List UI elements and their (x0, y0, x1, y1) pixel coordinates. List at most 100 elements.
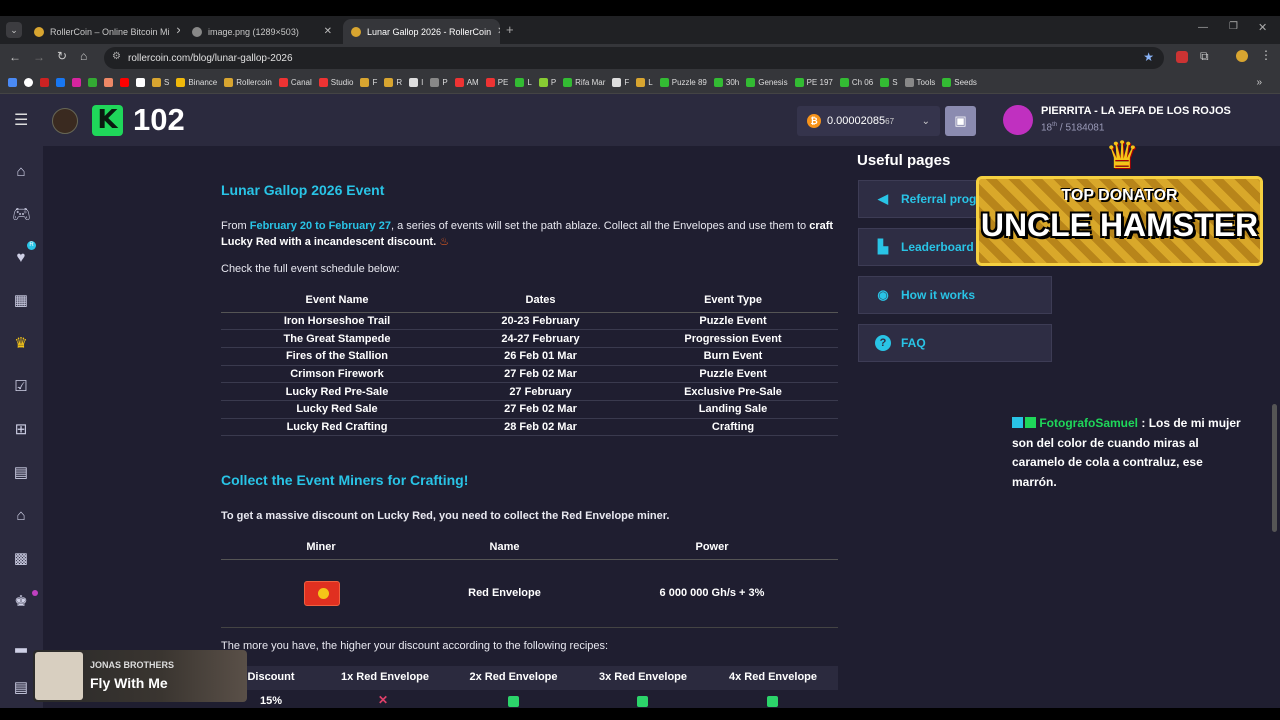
bookmark-item[interactable]: Ch 06 (839, 78, 873, 87)
drive-icon[interactable] (88, 78, 97, 87)
leaderboard-icon[interactable]: ▂ (12, 637, 30, 653)
extension-icon[interactable] (1176, 51, 1188, 63)
bookmark-item[interactable]: F (360, 78, 377, 87)
bookmark-icon-only[interactable] (24, 78, 33, 87)
reload-icon[interactable]: ↻ (57, 49, 67, 63)
bookmark-item[interactable]: S (152, 78, 169, 87)
referral-icon[interactable]: ♥ (12, 250, 30, 266)
bookmark-favicon-icon (224, 78, 234, 87)
wallet-icon: ▣ (954, 113, 967, 128)
more-bookmarks-icon[interactable]: » (1256, 77, 1280, 88)
bookmark-item[interactable]: Binance (176, 78, 217, 87)
facebook-icon[interactable] (56, 78, 65, 87)
trophy-icon[interactable]: ♚ (12, 594, 30, 610)
bookmark-item[interactable]: Seeds (942, 78, 977, 87)
youtube-icon[interactable] (120, 78, 129, 87)
extensions-puzzle-icon[interactable]: ⧉ (1200, 49, 1209, 64)
schedule-row: Fires of the Stallion 26 Feb 01 Mar Burn E… (221, 347, 838, 366)
level-counter: 102 (133, 102, 185, 137)
tab-lunar-gallop[interactable]: Lunar Gallop 2026 - RollerCoin ✕ (343, 19, 500, 44)
bookmark-label: Tools (916, 78, 936, 87)
tab-search-icon[interactable]: ⌄ (6, 22, 22, 38)
minimize-icon[interactable]: — (1198, 22, 1208, 33)
profile-avatar-icon[interactable] (1236, 50, 1248, 62)
bookmark-item[interactable]: L (515, 78, 532, 87)
bookmark-item[interactable]: F (612, 78, 629, 87)
hamburger-menu-icon[interactable]: ☰ (14, 110, 28, 130)
bookmark-item[interactable]: PE (485, 78, 509, 87)
wallet-button[interactable]: ▣ (945, 106, 976, 136)
bookmark-item[interactable]: Rifa Mar (563, 78, 605, 87)
bookmark-item[interactable]: Studio (318, 78, 353, 87)
faq-link[interactable]: ? FAQ (858, 324, 1052, 362)
page-scrollbar[interactable] (1272, 404, 1277, 532)
close-tab-icon[interactable]: ✕ (176, 26, 180, 37)
bookmark-item[interactable]: Tools (904, 78, 936, 87)
section2-title: Collect the Event Miners for Crafting! (221, 472, 469, 488)
url-field[interactable]: ⚙ rollercoin.com/blog/lunar-gallop-2026 … (104, 47, 1164, 69)
bookmark-item[interactable]: S (880, 78, 898, 87)
game-controller-icon[interactable]: 🎮︎ (12, 207, 31, 223)
event-name-cell: Crimson Firework (221, 365, 453, 384)
bookmark-item[interactable]: Canal (278, 78, 312, 87)
useful-link-label: Referral progr (901, 192, 982, 206)
bookmark-item[interactable]: Genesis (746, 78, 788, 87)
balance-selector[interactable]: ₿ 0.00002085 67 ⌄ (797, 106, 940, 136)
instagram-icon[interactable] (72, 78, 81, 87)
bank-icon[interactable]: ⌂ (12, 508, 30, 524)
bookmark-item[interactable]: I (409, 78, 423, 87)
blog-icon[interactable]: ▤ (12, 680, 30, 696)
crown-icon[interactable]: ♛ (12, 336, 30, 352)
bookmark-item[interactable]: R (384, 78, 402, 87)
event-type-cell: Exclusive Pre-Sale (628, 382, 838, 401)
storage-icon[interactable]: ▦ (12, 293, 30, 309)
home-icon[interactable]: ⌂ (12, 164, 30, 180)
shop-icon[interactable]: ▤ (12, 465, 30, 481)
col-3x: 3x Red Envelope (598, 671, 688, 683)
tasks-icon[interactable]: ☑ (12, 379, 30, 395)
schedule-row: Crimson Firework 27 Feb 02 Mar Puzzle Even… (221, 365, 838, 384)
maximize-icon[interactable]: ❐ (1229, 21, 1238, 32)
tab-rollercoin[interactable]: RollerCoin – Online Bitcoin Mi ✕ (26, 19, 180, 44)
close-tab-icon[interactable]: ✕ (497, 26, 500, 37)
marketplace-cart-icon[interactable]: ⊞ (12, 422, 30, 438)
bookmark-favicon-icon (176, 78, 186, 87)
bookmark-label: L (527, 78, 532, 87)
profile-username[interactable]: PIERRITA - LA JEFA DE LOS ROJOS (1041, 105, 1231, 117)
bookmark-item[interactable]: L (636, 78, 653, 87)
bookmark-item[interactable]: P (430, 78, 448, 87)
user-avatar-small[interactable] (52, 108, 78, 134)
bookmark-star-icon[interactable]: ★ (1143, 50, 1154, 64)
bookmark-item[interactable]: Puzzle 89 (659, 78, 707, 87)
new-tab-icon[interactable]: + (506, 22, 514, 37)
dates-cell: 24-27 February (453, 329, 628, 348)
site-info-icon[interactable]: ⚙ (112, 51, 121, 62)
bookmark-label: 30h (725, 78, 740, 87)
x-icon[interactable] (136, 78, 145, 87)
profile-avatar[interactable] (1003, 105, 1033, 135)
bookmark-icon-only[interactable] (104, 78, 113, 87)
bookmark-item[interactable]: P (538, 78, 556, 87)
tab-image[interactable]: image.png (1289×503) ✕ (184, 19, 340, 44)
bookmark-item[interactable]: PE 197 (794, 78, 833, 87)
bookmark-label: PE (497, 78, 509, 87)
home-icon[interactable]: ⌂ (80, 49, 87, 63)
bookmark-item[interactable]: 30h (713, 78, 740, 87)
bookmark-icon-only[interactable] (8, 78, 17, 87)
close-window-icon[interactable]: ✕ (1258, 21, 1267, 34)
recipes-note: The more you have, the higher your disco… (221, 640, 609, 652)
now-playing-widget: JONAS BROTHERS Fly With Me (33, 650, 247, 702)
bookmark-icon-only[interactable] (40, 78, 49, 87)
bookmark-item[interactable]: AM (454, 78, 479, 87)
gamepad-icon: ◉ (877, 287, 889, 302)
bookmark-item[interactable]: Rollercoin (224, 78, 272, 87)
close-tab-icon[interactable]: ✕ (324, 26, 332, 37)
rank-total: / 5184081 (1059, 122, 1105, 134)
how-it-works-link[interactable]: ◉ How it works (858, 276, 1052, 314)
browser-menu-icon[interactable]: ⋮ (1260, 48, 1272, 62)
taskbar-strip (0, 708, 1280, 720)
article-title: Lunar Gallop 2026 Event (221, 182, 385, 198)
back-icon[interactable]: ← (9, 50, 21, 64)
forward-icon[interactable]: → (33, 50, 45, 64)
gift-icon[interactable]: ▩ (12, 551, 30, 567)
